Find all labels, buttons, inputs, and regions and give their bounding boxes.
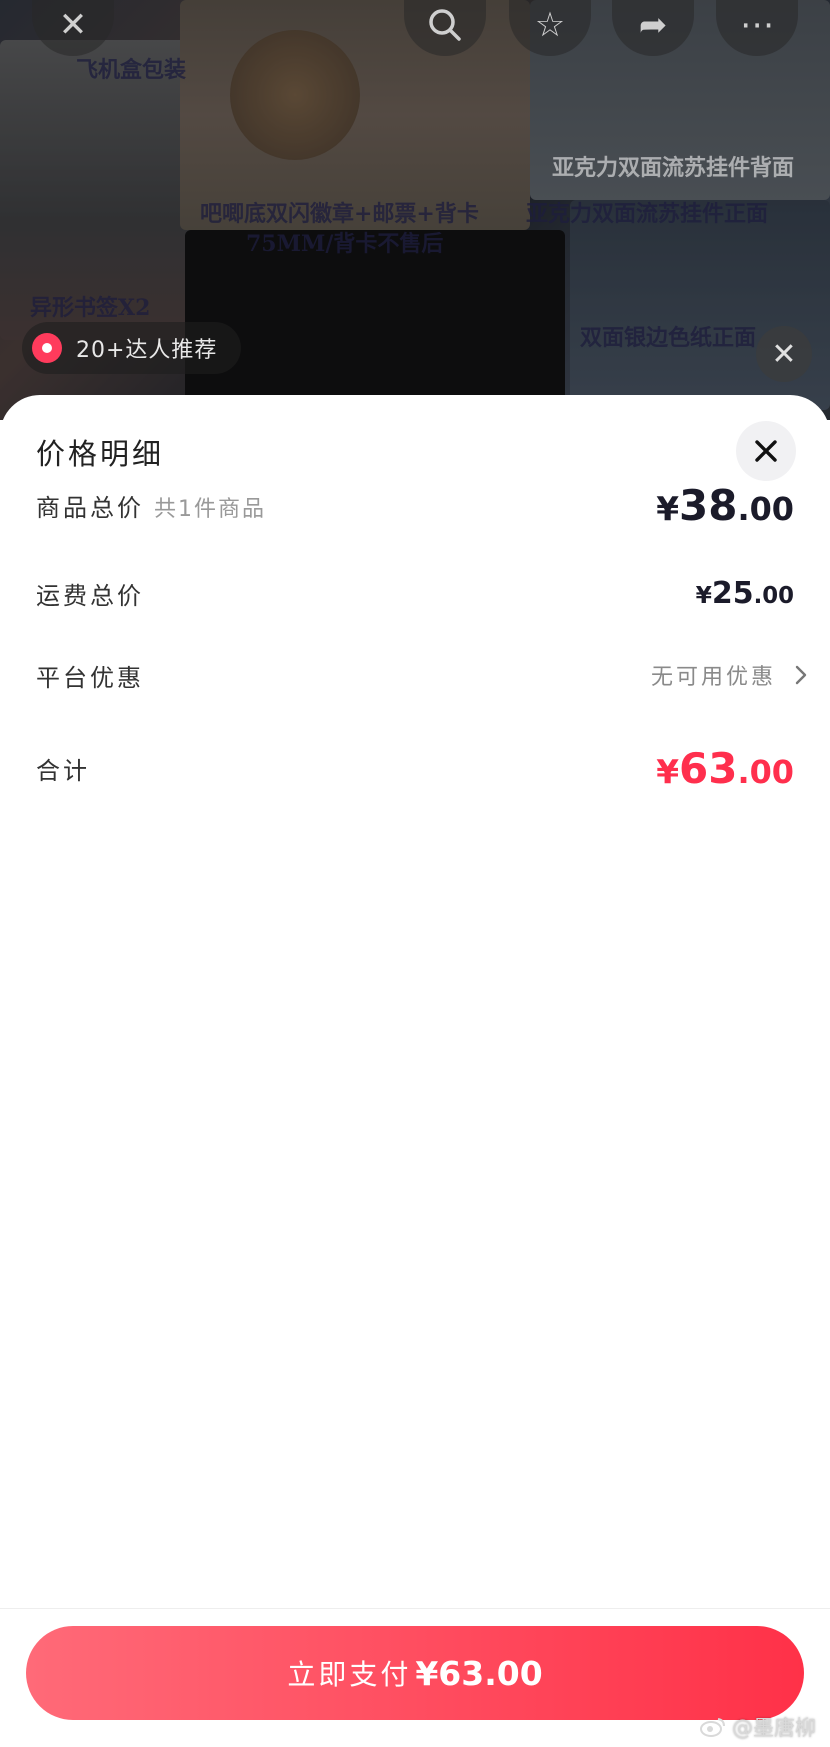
bg-text: 异形书签X2 xyxy=(30,295,151,321)
close-icon xyxy=(755,440,777,462)
bg-text: 亚克力双面流苏挂件背面 xyxy=(552,155,795,181)
goods-total-price: ¥38.00 xyxy=(656,481,794,530)
shipping-row: 运费总价 ¥25.00 xyxy=(36,573,794,613)
badge-close-icon[interactable]: ✕ xyxy=(756,326,812,382)
price-integer: 38 xyxy=(679,480,738,530)
bg-text: 双面银边色纸正面 xyxy=(580,325,757,351)
total-price: ¥63.00 xyxy=(656,744,794,793)
goods-total-row: 商品总价 共1件商品 ¥38.00 xyxy=(36,481,794,530)
weibo-watermark: @墨唐柳 xyxy=(700,1712,816,1742)
price-decimal: .00 xyxy=(737,752,794,791)
currency-symbol: ¥ xyxy=(656,752,680,791)
bg-text: 亚克力双面流苏挂件正面 xyxy=(526,201,769,227)
platform-discount-row[interactable]: 平台优惠 无可用优惠 xyxy=(36,655,808,695)
shipping-label: 运费总价 xyxy=(36,581,144,610)
price-decimal: .00 xyxy=(753,582,794,609)
coupon-selector[interactable]: 无可用优惠 xyxy=(651,659,808,691)
goods-count: 共1件商品 xyxy=(154,496,266,522)
price-decimal: .00 xyxy=(737,489,794,528)
watermark-text: @墨唐柳 xyxy=(732,1716,816,1740)
goods-total-label: 商品总价 xyxy=(36,493,144,522)
total-row: 合计 ¥63.00 xyxy=(36,743,794,793)
sheet-title: 价格明细 xyxy=(36,437,165,471)
bg-text: 75MM/背卡不售后 xyxy=(246,231,444,257)
pay-now-label: 立即支付 xyxy=(287,1658,412,1691)
currency-symbol: ¥ xyxy=(656,489,680,528)
product-image-background: 飞机盒包装 吧唧底双闪徽章+邮票+背卡 75MM/背卡不售后 亚克力双面流苏挂件… xyxy=(0,0,830,420)
sheet-close-button[interactable] xyxy=(736,421,796,481)
footer-divider xyxy=(0,1608,830,1609)
price-detail-sheet: 价格明细 商品总价 共1件商品 ¥38.00 运费总价 ¥25.00 平台优惠 无… xyxy=(0,395,830,1747)
pay-now-amount: ¥63.00 xyxy=(415,1653,543,1693)
recommend-label: 20+达人推荐 xyxy=(76,338,218,363)
bg-text: 吧唧底双闪徽章+邮票+背卡 xyxy=(200,201,479,227)
chevron-right-icon xyxy=(795,665,807,685)
price-integer: 63 xyxy=(679,743,738,793)
recommend-badge[interactable]: 20+达人推荐 xyxy=(22,322,242,374)
currency-symbol: ¥ xyxy=(695,580,712,609)
weibo-icon xyxy=(700,1718,725,1737)
location-pin-icon xyxy=(32,333,62,363)
bg-text: 飞机盒包装 xyxy=(76,57,187,83)
shipping-price: ¥25.00 xyxy=(696,576,794,611)
total-label: 合计 xyxy=(36,756,90,785)
pay-now-button[interactable]: 立即支付 ¥63.00 xyxy=(26,1626,804,1720)
platform-discount-label: 平台优惠 xyxy=(36,663,144,692)
price-integer: 25 xyxy=(711,575,754,611)
coupon-value: 无可用优惠 xyxy=(650,665,776,690)
